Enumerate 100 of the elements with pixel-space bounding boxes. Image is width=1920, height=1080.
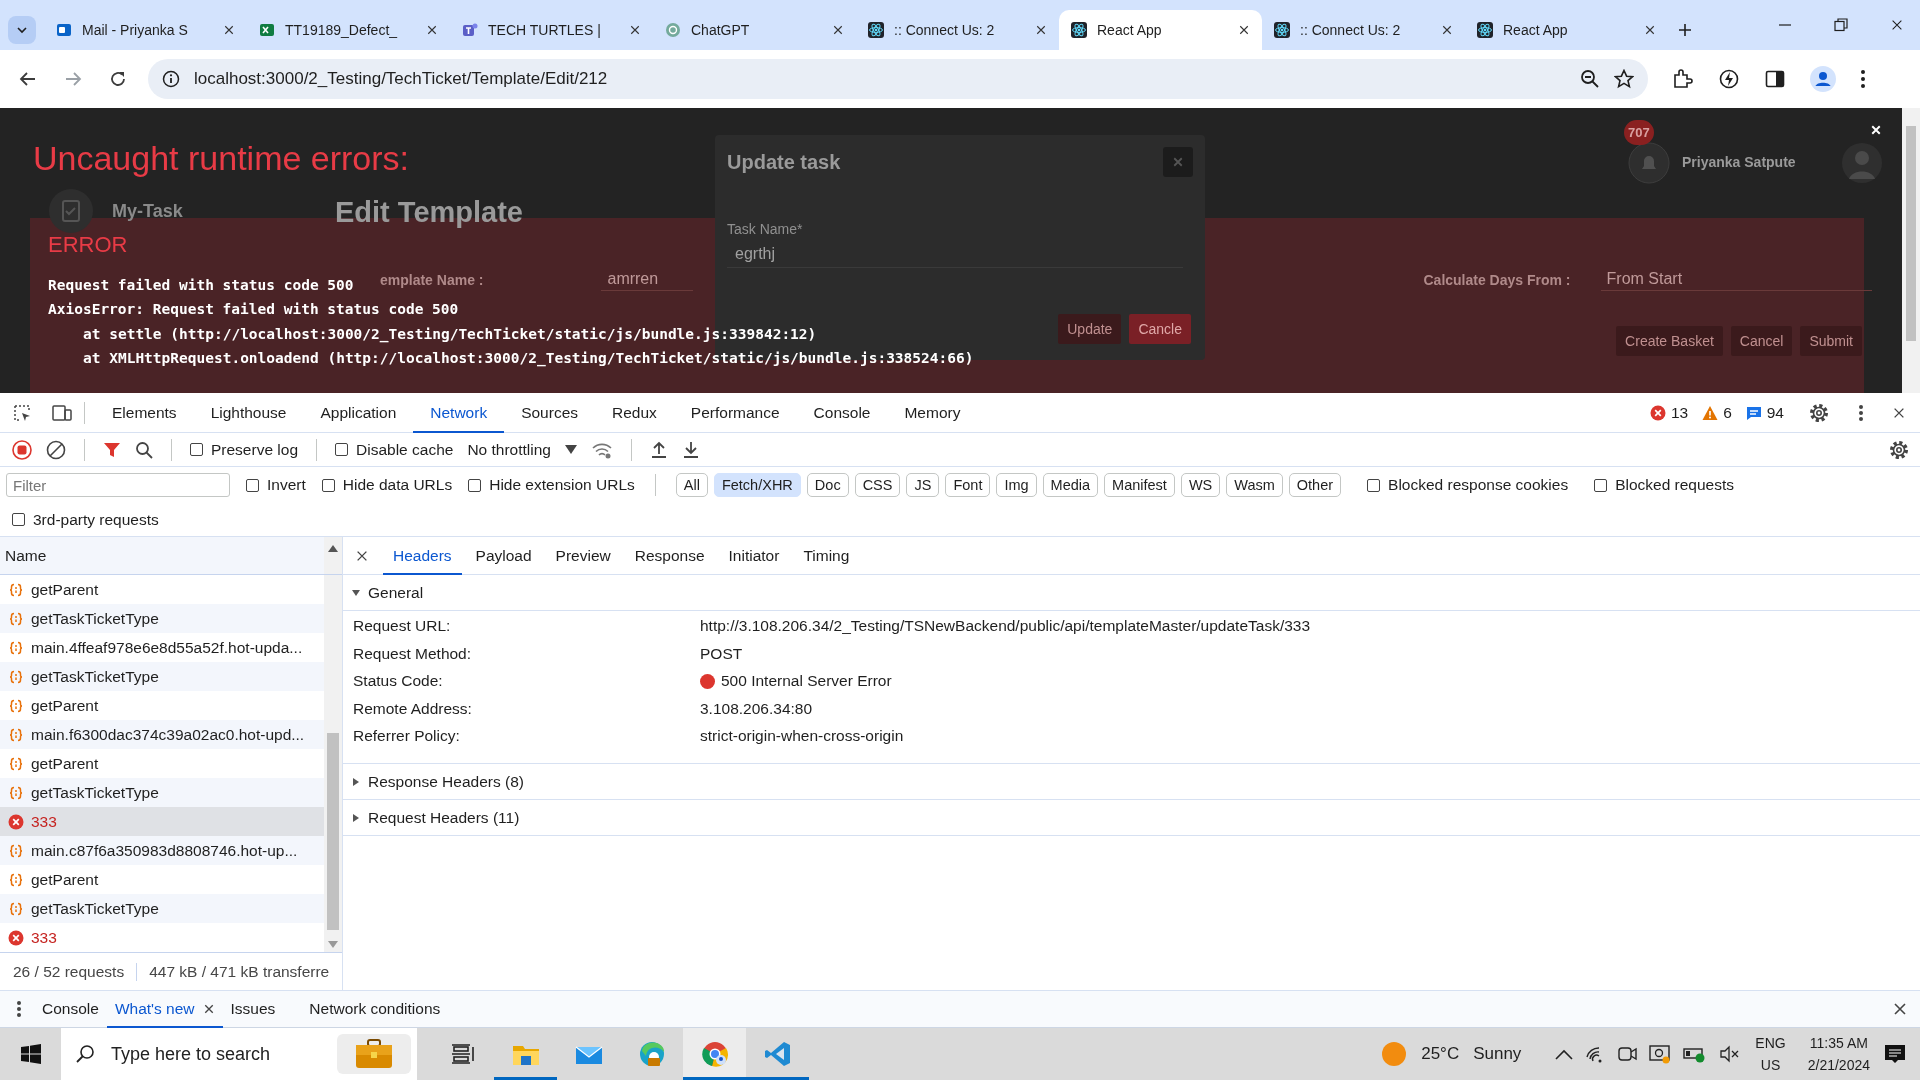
- briefcase-icon[interactable]: [355, 1039, 393, 1069]
- reload-icon[interactable]: [108, 70, 127, 88]
- side-panel-icon[interactable]: [1764, 68, 1786, 90]
- close-icon[interactable]: [1441, 24, 1453, 36]
- windows-logo-icon[interactable]: [20, 1044, 41, 1064]
- input-field[interactable]: amrren: [601, 268, 694, 291]
- modal-button[interactable]: Cancle: [1129, 314, 1191, 344]
- type-filter-button[interactable]: Img: [996, 473, 1037, 497]
- checkbox[interactable]: [1367, 478, 1381, 492]
- close-icon[interactable]: [223, 24, 235, 36]
- download-icon[interactable]: [681, 440, 700, 459]
- detail-tab[interactable]: Response: [624, 536, 715, 575]
- restore-icon[interactable]: [1834, 18, 1848, 32]
- action-button[interactable]: Submit: [1800, 326, 1862, 356]
- close-icon[interactable]: [1238, 24, 1250, 36]
- panel-tab[interactable]: Sources: [504, 392, 596, 433]
- close-icon[interactable]: [629, 24, 641, 36]
- search-box[interactable]: Type here to search: [61, 1028, 417, 1080]
- throttling-dropdown[interactable]: No throttling: [467, 440, 577, 459]
- drawer-tab[interactable]: Console: [34, 990, 107, 1028]
- forward-arrow-icon[interactable]: [63, 70, 82, 88]
- request-row[interactable]: 333: [0, 807, 324, 836]
- filter-field[interactable]: Filter: [6, 473, 230, 497]
- browser-tab[interactable]: React App: [1465, 10, 1668, 50]
- close-icon[interactable]: [426, 24, 438, 36]
- action-button[interactable]: Cancel: [1730, 326, 1793, 356]
- section-header[interactable]: General: [343, 575, 1920, 611]
- request-row[interactable]: getTaskTicketType: [0, 662, 324, 691]
- close-icon[interactable]: [202, 1003, 215, 1015]
- request-row[interactable]: getTaskTicketType: [0, 894, 324, 923]
- detail-tab[interactable]: Preview: [545, 536, 621, 575]
- request-row[interactable]: getParent: [0, 691, 324, 720]
- type-filter-button[interactable]: Manifest: [1104, 473, 1175, 497]
- close-icon[interactable]: [1892, 1001, 1908, 1017]
- zoom-out-icon[interactable]: [1580, 69, 1600, 89]
- drawer-tab[interactable]: Issues: [222, 990, 284, 1028]
- more-menu-icon[interactable]: [1860, 69, 1866, 89]
- info-icon[interactable]: [162, 70, 180, 88]
- browser-tab[interactable]: :: Connect Us: 2: [1262, 10, 1465, 50]
- panel-tab[interactable]: Redux: [595, 392, 674, 433]
- panel-tab[interactable]: Memory: [887, 392, 978, 433]
- profile-avatar-icon[interactable]: [1810, 66, 1836, 92]
- more-menu-icon[interactable]: [16, 1000, 22, 1018]
- checkbox[interactable]: [1594, 478, 1608, 492]
- panel-tab[interactable]: Elements: [95, 392, 194, 433]
- search-field[interactable]: Type here to search: [109, 1042, 323, 1066]
- type-filter-button[interactable]: Wasm: [1226, 473, 1283, 497]
- detail-tab[interactable]: Initiator: [718, 536, 790, 575]
- record-stop-icon[interactable]: [12, 439, 32, 460]
- settings-icon[interactable]: [1808, 401, 1830, 424]
- request-row[interactable]: 333: [0, 923, 324, 952]
- inspect-icon[interactable]: [12, 402, 32, 423]
- notification-icon[interactable]: [1884, 1043, 1906, 1065]
- panel-tab[interactable]: Lighthouse: [193, 392, 304, 433]
- upload-icon[interactable]: [649, 440, 668, 459]
- taskbar-app[interactable]: [683, 1028, 746, 1080]
- star-icon[interactable]: [1614, 69, 1634, 89]
- browser-tab[interactable]: TECH TURTLES |: [450, 10, 653, 50]
- action-button[interactable]: Create Basket: [1616, 326, 1723, 356]
- close-icon[interactable]: [1035, 24, 1047, 36]
- performance-icon[interactable]: [1718, 68, 1740, 90]
- back-arrow-icon[interactable]: [18, 70, 37, 88]
- request-row[interactable]: getTaskTicketType: [0, 604, 324, 633]
- close-icon[interactable]: [1890, 18, 1904, 32]
- request-row[interactable]: getTaskTicketType: [0, 778, 324, 807]
- request-row[interactable]: getParent: [0, 865, 324, 894]
- checkbox[interactable]: [246, 478, 259, 492]
- panel-tab[interactable]: Performance: [673, 392, 797, 433]
- panel-tab[interactable]: Application: [303, 392, 414, 433]
- filter-icon[interactable]: [103, 440, 121, 459]
- input-field[interactable]: From Start: [1600, 268, 1872, 291]
- request-row[interactable]: getParent: [0, 749, 324, 778]
- section-header[interactable]: Request Headers (11): [343, 800, 1920, 837]
- detail-tab[interactable]: Headers: [383, 536, 462, 575]
- device-toolbar-icon[interactable]: [52, 402, 72, 423]
- clear-icon[interactable]: [46, 439, 66, 460]
- scroll-up-icon[interactable]: [328, 545, 338, 552]
- checkbox[interactable]: [12, 513, 25, 526]
- address-bar[interactable]: localhost:3000/2_Testing/TechTicket/Template/Edit/212: [148, 59, 1648, 99]
- type-filter-button[interactable]: JS: [906, 473, 940, 497]
- more-menu-icon[interactable]: [1858, 403, 1864, 422]
- type-filter-button[interactable]: Fetch/XHR: [713, 473, 801, 497]
- browser-tab[interactable]: :: Connect Us: 2: [856, 10, 1059, 50]
- drawer-tab[interactable]: Network conditions: [301, 990, 449, 1028]
- search-icon[interactable]: [135, 440, 153, 459]
- request-row[interactable]: main.c87f6a350983d8808746.hot-up...: [0, 836, 324, 865]
- checkbox[interactable]: [335, 443, 348, 456]
- puzzle-icon[interactable]: [1672, 68, 1694, 90]
- settings-icon[interactable]: [1888, 438, 1910, 461]
- plus-icon[interactable]: [1678, 23, 1692, 37]
- tab-search-button[interactable]: [8, 16, 36, 44]
- type-filter-button[interactable]: WS: [1180, 473, 1221, 497]
- checkbox[interactable]: [321, 478, 335, 492]
- type-filter-button[interactable]: CSS: [854, 473, 901, 497]
- section-header[interactable]: Response Headers (8): [343, 764, 1920, 801]
- panel-tab[interactable]: Console: [796, 392, 888, 433]
- camera-icon[interactable]: [1617, 1044, 1638, 1064]
- request-row[interactable]: getParent: [0, 575, 324, 604]
- type-filter-button[interactable]: All: [675, 473, 708, 497]
- browser-tab[interactable]: ChatGPT: [653, 10, 856, 50]
